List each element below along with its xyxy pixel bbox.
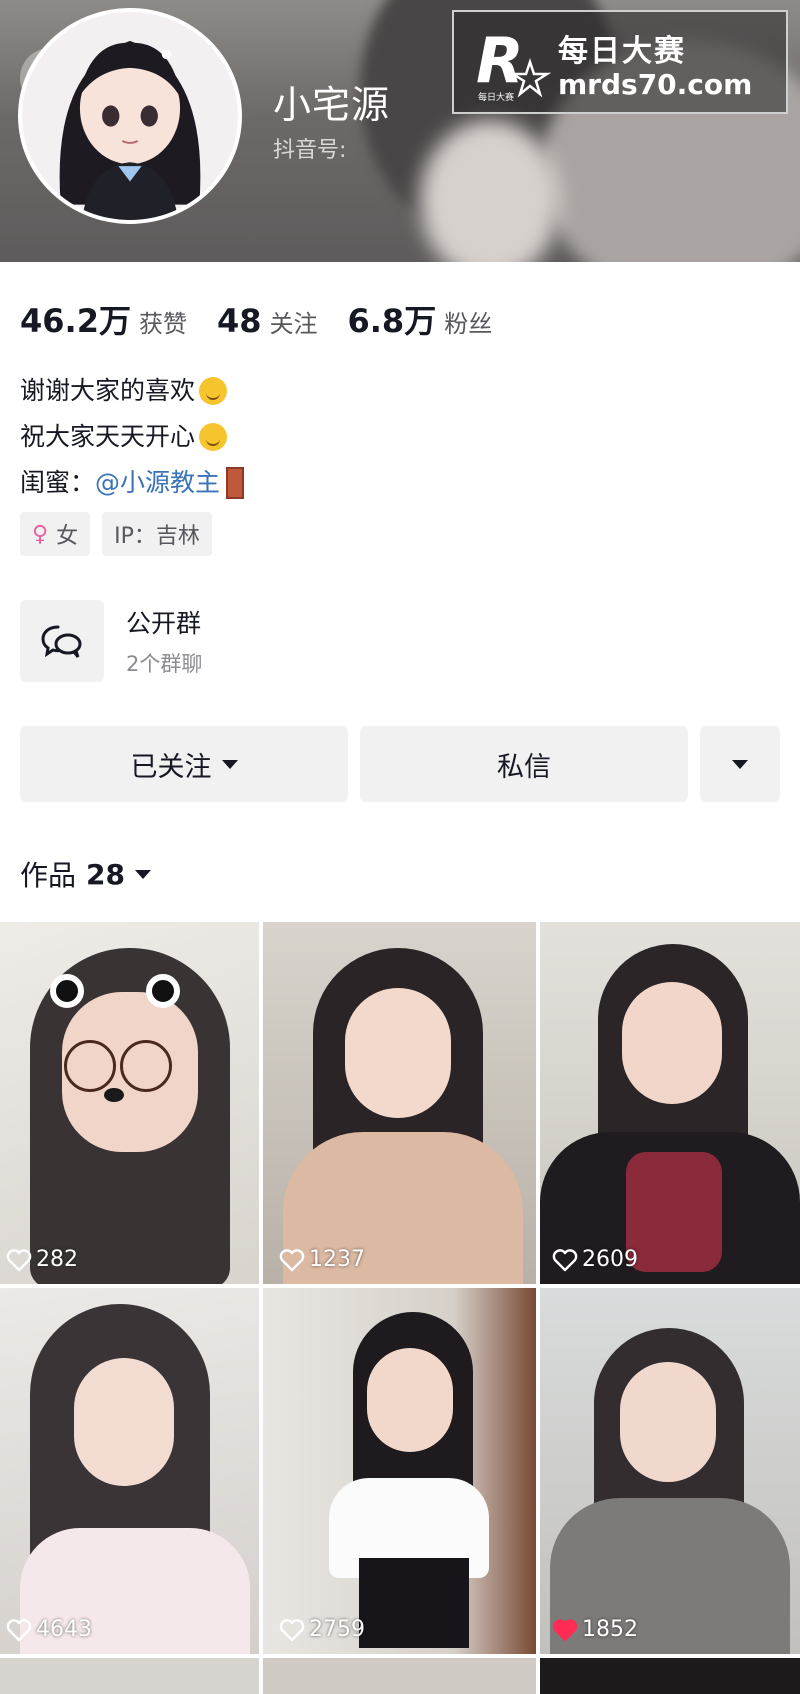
bio-text: 祝大家天天开心 (20, 422, 196, 451)
works-count: 28 (86, 857, 125, 891)
avatar[interactable] (18, 8, 242, 224)
like-count-value: 1237 (309, 1247, 365, 1272)
douyin-id-label: 抖音号: (273, 138, 347, 163)
profile-tags: ♀ 女 IP：吉林 (20, 512, 224, 556)
more-options-button[interactable] (700, 726, 780, 802)
video-thumbnail[interactable]: 1237 (263, 922, 536, 1284)
bio-mention-link[interactable]: @小源教主 (95, 460, 220, 506)
heart-outline-icon (6, 1248, 32, 1271)
stat-followers[interactable]: 6.8万 粉丝 (348, 296, 493, 342)
heart-outline-icon (552, 1248, 578, 1271)
video-thumbnail[interactable] (263, 1658, 536, 1694)
stat-value: 6.8万 (347, 302, 437, 340)
stat-label: 关注 (269, 310, 318, 338)
bio-line: 闺蜜： @小源教主 (20, 460, 245, 506)
bio-text: 谢谢大家的喜欢 (20, 376, 196, 405)
video-thumbnail[interactable] (0, 1658, 259, 1694)
ip-label: IP：吉林 (114, 524, 200, 549)
stat-likes[interactable]: 46.2万 获赞 (20, 296, 187, 342)
gender-tag: ♀ 女 (20, 512, 91, 556)
like-count: 1852 (552, 1617, 638, 1642)
site-watermark: R 每日大赛 每日大赛 mrds70.com (452, 10, 788, 114)
female-icon: ♀ (32, 521, 49, 547)
video-thumbnail[interactable]: 282 (0, 922, 259, 1284)
watermark-url: mrds70.com (558, 68, 753, 101)
caret-down-icon (732, 759, 748, 769)
video-thumbnail[interactable]: 4643 (0, 1288, 259, 1654)
like-count-value: 4643 (36, 1617, 92, 1642)
thumbnail-image (263, 922, 536, 1284)
works-tab[interactable]: 作品 28 (20, 854, 151, 894)
heart-outline-icon (279, 1248, 305, 1271)
like-count-value: 1852 (582, 1617, 638, 1642)
svg-text:R: R (476, 24, 524, 97)
like-count-value: 2759 (309, 1617, 365, 1642)
watermark-logo-icon: R 每日大赛 (476, 24, 552, 103)
thumbnail-image (540, 922, 800, 1284)
stat-value: 48 (216, 302, 262, 340)
video-thumbnail[interactable]: 2609 (540, 922, 800, 1284)
message-button[interactable]: 私信 (360, 726, 688, 802)
group-chat-icon (20, 600, 104, 682)
stat-following[interactable]: 48 关注 (217, 302, 318, 340)
gender-label: 女 (56, 524, 79, 549)
caret-down-icon (134, 869, 151, 879)
caret-down-icon (221, 759, 238, 769)
like-count: 4643 (6, 1617, 92, 1642)
like-count: 282 (6, 1247, 78, 1272)
like-count-value: 282 (36, 1247, 78, 1272)
heart-outline-icon (6, 1618, 32, 1641)
bio-text: 闺蜜： (20, 468, 96, 497)
heart-filled-icon (552, 1618, 578, 1641)
profile-bio: 谢谢大家的喜欢 祝大家天天开心 闺蜜： @小源教主 (20, 368, 245, 506)
message-button-label: 私信 (497, 751, 551, 783)
like-count: 2609 (552, 1247, 638, 1272)
ip-tag: IP：吉林 (102, 512, 212, 556)
stat-value: 46.2万 (20, 302, 131, 340)
door-emoji-icon (226, 467, 245, 499)
public-group-entry[interactable]: 公开群 2个群聊 (20, 600, 780, 682)
watermark-title: 每日大赛 (558, 34, 686, 69)
followed-button[interactable]: 已关注 (20, 726, 348, 802)
video-thumbnail[interactable] (540, 1658, 800, 1694)
stat-label: 粉丝 (444, 310, 493, 338)
like-count-value: 2609 (582, 1247, 638, 1272)
group-text: 公开群 2个群聊 (126, 604, 202, 678)
profile-nickname: 小宅源 (273, 83, 391, 127)
happy-emoji-icon (199, 423, 228, 451)
thumbnail-image (0, 922, 259, 1284)
video-thumbnail[interactable]: 2759 (263, 1288, 536, 1654)
group-subtitle: 2个群聊 (126, 652, 203, 676)
avatar-illustration (22, 12, 238, 220)
followed-button-label: 已关注 (130, 751, 212, 783)
thumbnail-image (263, 1288, 536, 1654)
video-thumbnail[interactable]: 1852 (540, 1288, 800, 1654)
like-count: 2759 (279, 1617, 365, 1642)
bio-line: 祝大家天天开心 (20, 414, 244, 460)
stat-label: 获赞 (138, 310, 187, 338)
profile-actions: 已关注 私信 (20, 726, 780, 802)
like-count: 1237 (279, 1247, 365, 1272)
group-title: 公开群 (126, 609, 202, 638)
svg-text:每日大赛: 每日大赛 (478, 91, 514, 103)
works-label: 作品 (20, 859, 77, 892)
works-grid: 282 1237 2609 4643 2759 1852 (0, 922, 800, 1694)
profile-stats: 46.2万 获赞 48 关注 6.8万 粉丝 (20, 296, 522, 346)
smile-emoji-icon (199, 377, 228, 405)
heart-outline-icon (279, 1618, 305, 1641)
profile-header: 小宅源 抖音号: R 每日大赛 每日大赛 mrds70.com (0, 0, 800, 262)
bio-line: 谢谢大家的喜欢 (20, 368, 244, 414)
thumbnail-image (0, 1288, 259, 1654)
thumbnail-image (540, 1288, 800, 1654)
